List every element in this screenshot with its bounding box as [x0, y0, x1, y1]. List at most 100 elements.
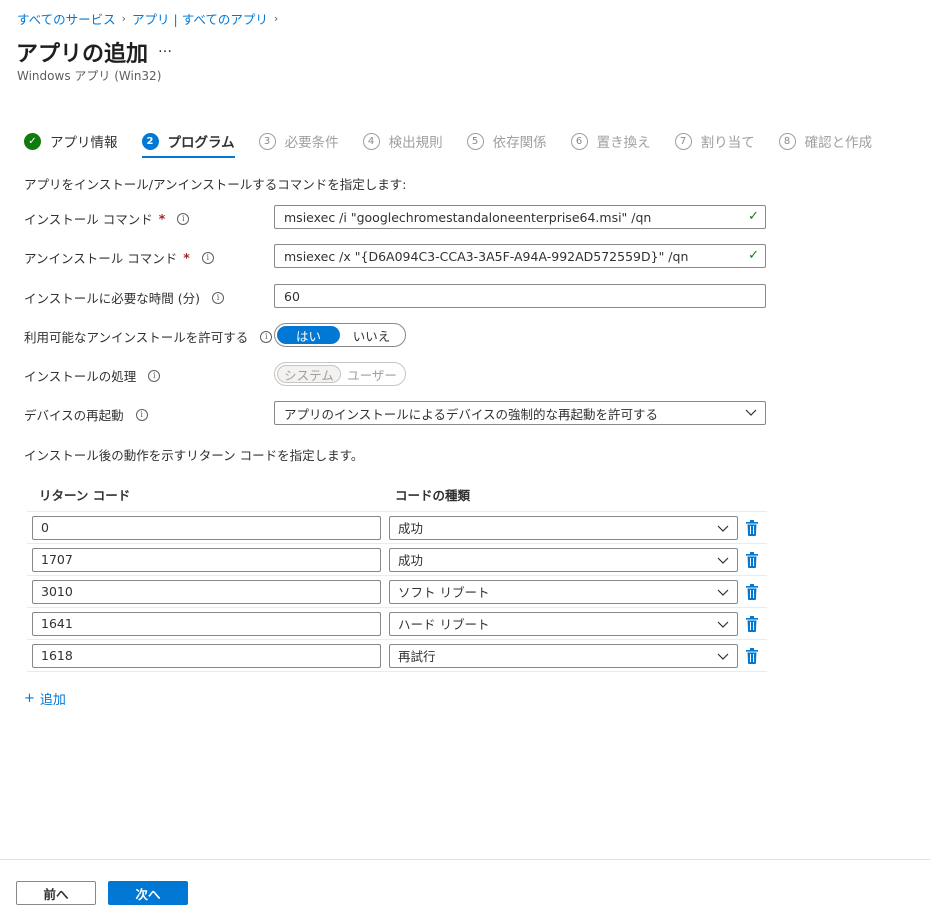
- wizard-step-supersedence[interactable]: 6 置き換え: [570, 128, 651, 154]
- code-type-select[interactable]: ソフト リブート: [389, 579, 738, 604]
- return-codes-table: リターン コード コードの種類 0 成功 1707 成功 3010 ソフト リブ…: [27, 478, 767, 672]
- page-subtitle: Windows アプリ (Win32): [17, 69, 162, 83]
- wizard-step-label: 必要条件: [284, 135, 339, 151]
- uninstall-command-row: アンインストール コマンド * i: [24, 248, 214, 267]
- code-type-select[interactable]: 成功: [389, 547, 738, 572]
- previous-button[interactable]: 前へ: [16, 881, 96, 905]
- info-icon[interactable]: i: [177, 212, 190, 225]
- install-command-label: インストール コマンド: [24, 212, 153, 227]
- table-row: 1618 再試行: [27, 640, 767, 672]
- code-type-select[interactable]: 再試行: [389, 643, 738, 668]
- wizard-steps: ✓ アプリ情報 2 プログラム 3 必要条件 4 検出規則 5 依存関係 6 置…: [24, 128, 896, 158]
- table-row: 3010 ソフト リブート: [27, 576, 767, 608]
- uninstall-command-input[interactable]: msiexec /x "{D6A094C3-CCA3-3A5F-A94A-992…: [274, 244, 766, 268]
- wizard-step-app-info[interactable]: ✓ アプリ情報: [24, 128, 118, 154]
- install-command-row: インストール コマンド * i: [24, 209, 190, 228]
- return-code-input[interactable]: 1618: [32, 643, 381, 668]
- step-number: 3: [258, 132, 276, 150]
- info-icon[interactable]: i: [201, 251, 214, 264]
- wizard-step-label: プログラム: [167, 135, 235, 151]
- column-header-return-code: リターン コード: [39, 488, 131, 503]
- uninstall-command-label: アンインストール コマンド: [24, 251, 178, 266]
- table-row: 0 成功: [27, 512, 767, 544]
- add-return-code-link[interactable]: + 追加: [24, 689, 66, 708]
- wizard-step-program[interactable]: 2 プログラム: [141, 128, 235, 158]
- allow-uninstall-toggle[interactable]: はい いいえ: [274, 323, 406, 347]
- info-icon[interactable]: i: [148, 369, 161, 382]
- more-options-button[interactable]: …: [158, 40, 173, 56]
- required-marker: *: [183, 250, 190, 265]
- toggle-option-user: ユーザー: [347, 367, 397, 383]
- return-code-input[interactable]: 3010: [32, 579, 381, 604]
- toggle-option-no[interactable]: いいえ: [340, 326, 403, 344]
- delete-icon[interactable]: [745, 615, 759, 633]
- code-type-select[interactable]: 成功: [389, 515, 738, 540]
- checkmark-icon: ✓: [748, 248, 759, 263]
- device-restart-value: アプリのインストールによるデバイスの強制的な再起動を許可する: [284, 406, 659, 422]
- wizard-step-detection-rules[interactable]: 4 検出規則: [362, 128, 443, 154]
- required-marker: *: [158, 211, 166, 226]
- step-number: 7: [674, 132, 692, 150]
- plus-icon: +: [24, 691, 35, 706]
- return-code-input[interactable]: 1641: [32, 611, 381, 636]
- code-type-value: 成功: [398, 553, 424, 568]
- table-header: リターン コード コードの種類: [27, 478, 767, 512]
- step-number: 4: [362, 132, 380, 150]
- wizard-step-dependencies[interactable]: 5 依存関係: [466, 128, 547, 154]
- wizard-step-label: 置き換え: [596, 135, 651, 151]
- chevron-down-icon: [717, 589, 729, 596]
- delete-icon[interactable]: [745, 519, 759, 537]
- install-time-value: 60: [284, 288, 300, 304]
- code-type-select[interactable]: ハード リブート: [389, 611, 738, 636]
- step-number: 8: [778, 132, 796, 150]
- delete-icon[interactable]: [745, 583, 759, 601]
- checkmark-icon: ✓: [24, 132, 41, 150]
- column-header-code-type: コードの種類: [395, 488, 471, 503]
- page-title: アプリの追加: [16, 42, 149, 67]
- install-time-row: インストールに必要な時間 (分) i: [24, 288, 224, 307]
- toggle-option-yes[interactable]: はい: [277, 326, 340, 344]
- breadcrumb: すべてのサービス › アプリ | すべてのアプリ ›: [17, 9, 278, 28]
- step-number: 5: [466, 132, 484, 150]
- device-restart-row: デバイスの再起動 i: [24, 405, 148, 424]
- table-row: 1707 成功: [27, 544, 767, 576]
- breadcrumb-apps[interactable]: アプリ | すべてのアプリ: [132, 9, 268, 28]
- chevron-down-icon: [717, 557, 729, 564]
- return-code-input[interactable]: 0: [32, 515, 381, 540]
- wizard-step-label: 確認と作成: [804, 135, 873, 151]
- chevron-down-icon: [717, 525, 729, 532]
- wizard-step-review-create[interactable]: 8 確認と作成: [778, 128, 873, 154]
- install-behavior-row: インストールの処理 i: [24, 366, 161, 385]
- return-codes-description: インストール後の動作を示すリターン コードを指定します。: [24, 448, 364, 463]
- install-time-label: インストールに必要な時間 (分): [24, 291, 200, 306]
- info-icon[interactable]: i: [211, 291, 224, 304]
- install-behavior-label: インストールの処理: [24, 369, 137, 384]
- install-behavior-toggle: システム ユーザー: [274, 362, 406, 386]
- install-command-value: msiexec /i "googlechromestandaloneenterp…: [284, 209, 652, 225]
- allow-uninstall-label: 利用可能なアンインストールを許可する: [24, 330, 249, 345]
- return-code-input[interactable]: 1707: [32, 547, 381, 572]
- install-command-input[interactable]: msiexec /i "googlechromestandaloneenterp…: [274, 205, 766, 229]
- toggle-option-system: システム: [277, 365, 341, 383]
- chevron-right-icon: ›: [273, 12, 279, 25]
- wizard-step-label: 割り当て: [700, 135, 755, 151]
- footer-divider: [0, 859, 930, 860]
- code-type-value: ハード リブート: [398, 617, 490, 632]
- code-type-value: 再試行: [398, 649, 436, 664]
- device-restart-select[interactable]: アプリのインストールによるデバイスの強制的な再起動を許可する: [274, 401, 766, 425]
- wizard-step-assignments[interactable]: 7 割り当て: [674, 128, 755, 154]
- delete-icon[interactable]: [745, 647, 759, 665]
- install-time-input[interactable]: 60: [274, 284, 766, 308]
- chevron-right-icon: ›: [121, 12, 127, 25]
- info-icon[interactable]: i: [135, 408, 148, 421]
- chevron-down-icon: [717, 621, 729, 628]
- delete-icon[interactable]: [745, 551, 759, 569]
- info-icon[interactable]: i: [260, 330, 273, 343]
- wizard-step-requirements[interactable]: 3 必要条件: [258, 128, 339, 154]
- wizard-step-label: 検出規則: [388, 135, 443, 151]
- step-number: 2: [141, 132, 159, 150]
- device-restart-label: デバイスの再起動: [24, 408, 124, 423]
- breadcrumb-all-services[interactable]: すべてのサービス: [17, 9, 116, 28]
- next-button[interactable]: 次へ: [108, 881, 188, 905]
- step-number: 6: [570, 132, 588, 150]
